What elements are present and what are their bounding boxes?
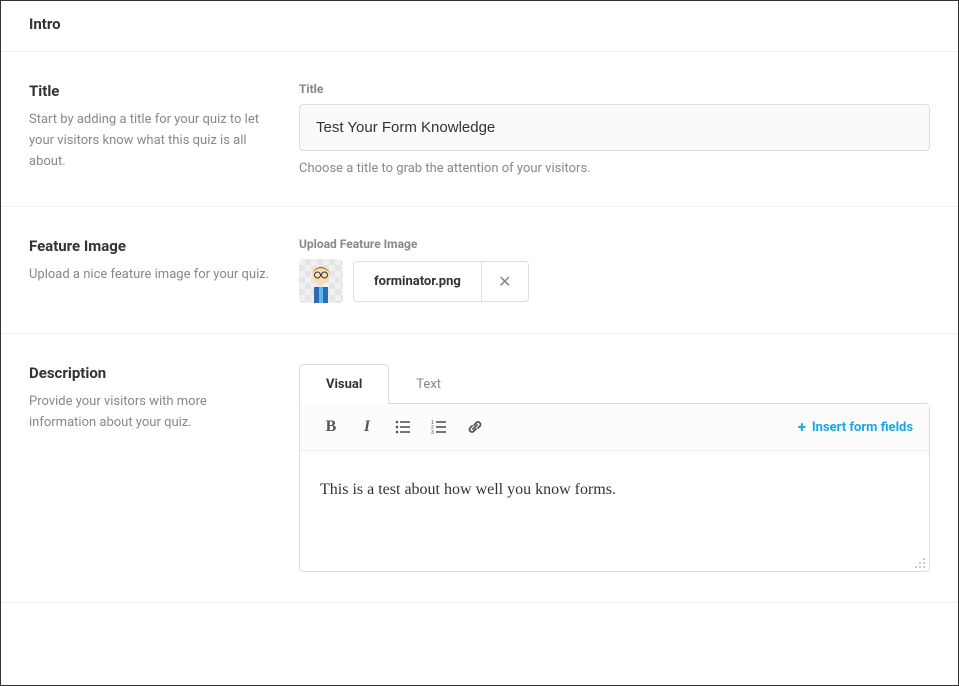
- panel-title: Intro: [29, 15, 930, 33]
- title-help: Choose a title to grab the attention of …: [299, 161, 930, 176]
- plus-icon: +: [798, 418, 806, 436]
- resize-grip-icon: [913, 556, 927, 570]
- section-title-left: Title Start by adding a title for your q…: [29, 82, 299, 176]
- toolbar-left: B I 1: [316, 412, 490, 442]
- numbered-list-button[interactable]: 1 2 3: [424, 412, 454, 442]
- image-thumbnail[interactable]: [299, 259, 343, 303]
- title-label: Title: [299, 82, 930, 96]
- section-feature-right: Upload Feature Image forminator.png ✕: [299, 237, 930, 303]
- panel-header: Intro: [1, 1, 958, 52]
- upload-row: forminator.png ✕: [299, 259, 930, 303]
- tab-text[interactable]: Text: [389, 364, 468, 404]
- svg-text:3: 3: [431, 430, 434, 436]
- remove-file-button[interactable]: ✕: [482, 262, 528, 301]
- feature-heading: Feature Image: [29, 237, 275, 255]
- editor-toolbar: B I 1: [300, 404, 929, 451]
- resize-handle[interactable]: [913, 555, 927, 569]
- tab-visual[interactable]: Visual: [299, 364, 389, 404]
- feature-label: Upload Feature Image: [299, 237, 930, 251]
- section-feature-image: Feature Image Upload a nice feature imag…: [1, 207, 958, 334]
- section-description: Description Provide your visitors with m…: [1, 334, 958, 603]
- close-icon: ✕: [498, 272, 511, 291]
- section-description-left: Description Provide your visitors with m…: [29, 364, 299, 572]
- link-icon: [466, 418, 484, 436]
- numbered-list-icon: 1 2 3: [430, 418, 448, 436]
- feature-desc: Upload a nice feature image for your qui…: [29, 265, 275, 286]
- insert-form-fields-button[interactable]: + Insert form fields: [798, 418, 913, 436]
- description-desc: Provide your visitors with more informat…: [29, 392, 275, 434]
- italic-button[interactable]: I: [352, 412, 382, 442]
- file-group: forminator.png ✕: [353, 261, 529, 302]
- title-desc: Start by adding a title for your quiz to…: [29, 110, 275, 172]
- bullet-list-button[interactable]: [388, 412, 418, 442]
- bullet-list-icon: [394, 418, 412, 436]
- editor-tabs: Visual Text: [299, 364, 930, 404]
- title-heading: Title: [29, 82, 275, 100]
- avatar-icon: [304, 259, 338, 303]
- section-title: Title Start by adding a title for your q…: [1, 52, 958, 207]
- section-feature-left: Feature Image Upload a nice feature imag…: [29, 237, 299, 303]
- title-input[interactable]: [299, 104, 930, 151]
- file-name-button[interactable]: forminator.png: [354, 262, 482, 301]
- section-description-right: Visual Text B I: [299, 364, 930, 572]
- editor-box: B I 1: [299, 403, 930, 572]
- insert-link-label: Insert form fields: [812, 420, 913, 435]
- bold-button[interactable]: B: [316, 412, 346, 442]
- description-heading: Description: [29, 364, 275, 382]
- description-editor[interactable]: This is a test about how well you know f…: [300, 451, 929, 571]
- section-title-right: Title Choose a title to grab the attenti…: [299, 82, 930, 176]
- link-button[interactable]: [460, 412, 490, 442]
